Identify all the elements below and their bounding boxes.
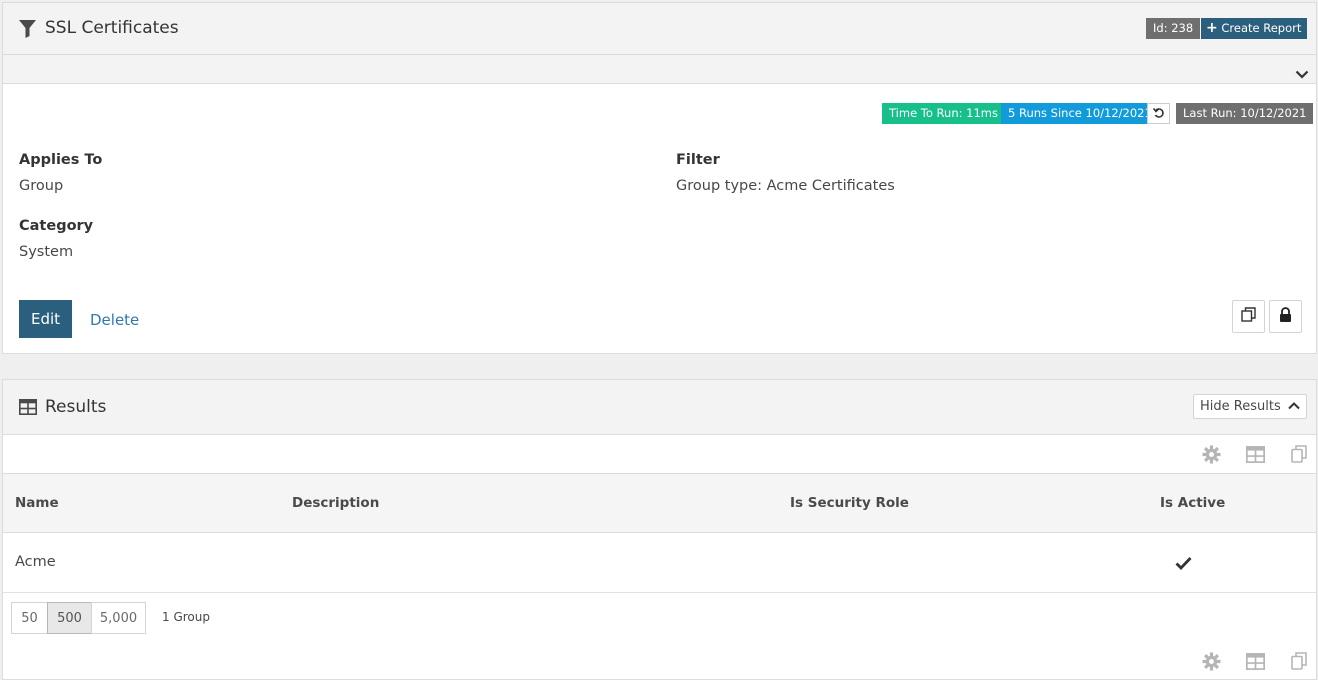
report-header: SSL Certificates Id: 238 + Create Report	[3, 3, 1316, 55]
result-count: 1 Group	[162, 610, 210, 624]
results-panel: Results Hide Results Name Description Is…	[2, 379, 1317, 680]
results-title: Results	[45, 397, 107, 417]
gear-icon[interactable]	[1200, 650, 1222, 672]
refresh-icon	[1152, 104, 1165, 123]
copy-icon	[1241, 307, 1256, 326]
refresh-button[interactable]	[1147, 103, 1170, 124]
runs-since-badge: 5 Runs Since 10/12/2021	[1001, 103, 1159, 124]
create-report-button[interactable]: + Create Report	[1201, 18, 1308, 39]
delete-link[interactable]: Delete	[90, 311, 139, 329]
applies-to-label: Applies To	[19, 152, 103, 168]
report-title: SSL Certificates	[45, 18, 179, 38]
page-size-selector: 50 500 5,000	[11, 602, 146, 634]
collapse-bar[interactable]	[3, 55, 1316, 84]
create-report-label: Create Report	[1221, 21, 1302, 35]
page-size-5000[interactable]: 5,000	[91, 602, 146, 634]
page-size-500[interactable]: 500	[47, 602, 92, 634]
category-value: System	[19, 244, 74, 260]
time-to-run-badge: Time To Run: 11ms	[882, 103, 1005, 124]
chevron-up-icon	[1288, 399, 1300, 414]
page-size-50[interactable]: 50	[11, 602, 48, 634]
copy-icon[interactable]	[1288, 443, 1310, 465]
column-header-name[interactable]: Name	[15, 495, 59, 511]
filter-icon	[19, 20, 36, 42]
copy-button[interactable]	[1232, 300, 1265, 333]
category-label: Category	[19, 218, 94, 234]
column-header-is-security-role[interactable]: Is Security Role	[790, 495, 909, 511]
plus-icon: +	[1206, 20, 1218, 36]
column-header-is-active[interactable]: Is Active	[1160, 495, 1225, 511]
filter-label: Filter	[676, 152, 720, 168]
id-badge: Id: 238	[1146, 18, 1201, 39]
applies-to-value: Group	[19, 178, 64, 194]
hide-results-label: Hide Results	[1200, 399, 1281, 414]
column-header-description[interactable]: Description	[292, 495, 379, 511]
table-icon[interactable]	[1244, 650, 1266, 672]
last-run-badge: Last Run: 10/12/2021	[1176, 103, 1314, 124]
report-panel: SSL Certificates Id: 238 + Create Report…	[2, 2, 1317, 354]
lock-button[interactable]	[1269, 300, 1302, 333]
hide-results-button[interactable]: Hide Results	[1193, 394, 1307, 419]
table-icon	[19, 399, 37, 419]
chevron-down-icon[interactable]	[1295, 64, 1309, 83]
copy-icon[interactable]	[1288, 650, 1310, 672]
cell-name: Acme	[15, 554, 56, 570]
lock-icon	[1279, 307, 1292, 326]
filter-value: Group type: Acme Certificates	[676, 178, 895, 194]
gear-icon[interactable]	[1200, 443, 1222, 465]
results-header: Results Hide Results	[3, 380, 1316, 435]
table-header: Name Description Is Security Role Is Act…	[3, 473, 1316, 533]
table-icon[interactable]	[1244, 443, 1266, 465]
checkmark-icon	[1175, 555, 1192, 574]
edit-button[interactable]: Edit	[19, 300, 72, 338]
table-row[interactable]: Acme	[3, 533, 1316, 593]
